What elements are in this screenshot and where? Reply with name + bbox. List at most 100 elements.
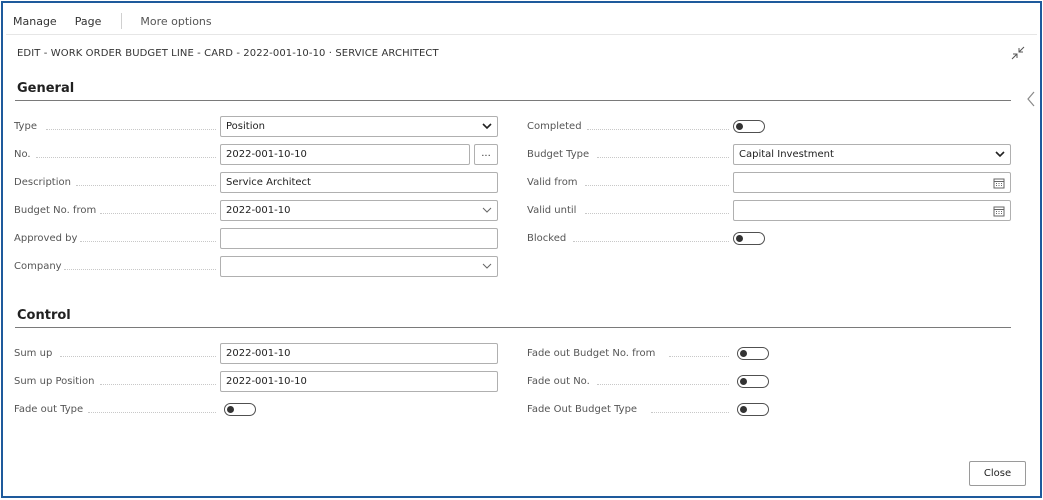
sum-up-position-leader-dots bbox=[100, 384, 216, 385]
valid-until-leader-dots bbox=[585, 213, 729, 214]
blocked-toggle[interactable] bbox=[733, 232, 765, 245]
type-value: Position bbox=[226, 121, 265, 132]
valid-from-leader-dots bbox=[585, 185, 729, 186]
field-row-valid-from: Valid from bbox=[527, 172, 1012, 194]
field-row-fade-out-budget-no-from: Fade out Budget No. from bbox=[527, 343, 1012, 365]
menu-manage[interactable]: Manage bbox=[13, 15, 57, 28]
field-row-type: Type Position bbox=[14, 116, 499, 138]
budget-no-from-value: 2022-001-10 bbox=[226, 205, 291, 216]
description-input[interactable]: Service Architect bbox=[220, 172, 498, 193]
section-control-divider bbox=[15, 327, 1011, 328]
chevron-left-icon[interactable] bbox=[1026, 91, 1036, 107]
fade-out-type-leader-dots bbox=[88, 412, 216, 413]
fade-out-no-toggle[interactable] bbox=[737, 375, 769, 388]
fade-out-budget-no-from-leader-dots bbox=[669, 356, 729, 357]
sum-up-value: 2022-001-10 bbox=[226, 348, 291, 359]
fade-out-type-label: Fade out Type bbox=[14, 404, 84, 415]
sum-up-position-label: Sum up Position bbox=[14, 376, 95, 387]
field-row-fade-out-type: Fade out Type bbox=[14, 399, 499, 421]
chevron-down-icon bbox=[482, 263, 492, 269]
field-row-blocked: Blocked bbox=[527, 228, 1012, 250]
field-row-fade-out-no: Fade out No. bbox=[527, 371, 1012, 393]
type-select[interactable]: Position bbox=[220, 116, 498, 137]
no-leader-dots bbox=[36, 157, 216, 158]
budget-no-from-leader-dots bbox=[100, 213, 216, 214]
sum-up-position-value: 2022-001-10-10 bbox=[226, 376, 307, 387]
field-row-budget-type: Budget Type Capital Investment bbox=[527, 144, 1012, 166]
description-value: Service Architect bbox=[226, 177, 311, 188]
budget-no-from-lookup[interactable]: 2022-001-10 bbox=[220, 200, 498, 221]
budget-no-from-label: Budget No. from bbox=[14, 205, 97, 216]
calendar-icon[interactable] bbox=[993, 205, 1005, 217]
page-title: EDIT - WORK ORDER BUDGET LINE - CARD - 2… bbox=[17, 48, 439, 59]
toggle-knob bbox=[740, 349, 747, 357]
budget-type-label: Budget Type bbox=[527, 149, 590, 160]
close-button[interactable]: Close bbox=[969, 461, 1026, 486]
fade-out-budget-type-toggle[interactable] bbox=[737, 403, 769, 416]
company-leader-dots bbox=[64, 269, 216, 270]
budget-type-value: Capital Investment bbox=[739, 149, 834, 160]
chevron-down-icon bbox=[995, 151, 1005, 158]
blocked-label: Blocked bbox=[527, 233, 567, 244]
completed-label: Completed bbox=[527, 121, 582, 132]
menu-more-options[interactable]: More options bbox=[140, 15, 211, 28]
sum-up-leader-dots bbox=[60, 356, 216, 357]
field-row-completed: Completed bbox=[527, 116, 1012, 138]
section-control-heading: Control bbox=[17, 308, 71, 323]
budget-line-card-dialog: Manage Page More options EDIT - WORK ORD… bbox=[1, 1, 1042, 498]
fade-out-budget-type-leader-dots bbox=[651, 412, 729, 413]
toggle-knob bbox=[740, 377, 747, 385]
field-row-no: No. 2022-001-10-10 ... bbox=[14, 144, 499, 166]
field-row-company: Company bbox=[14, 256, 499, 278]
field-row-sum-up-position: Sum up Position 2022-001-10-10 bbox=[14, 371, 499, 393]
menu-page[interactable]: Page bbox=[75, 15, 102, 28]
section-general-heading: General bbox=[17, 81, 75, 96]
valid-from-date-input[interactable] bbox=[733, 172, 1011, 193]
type-label: Type bbox=[14, 121, 37, 132]
fade-out-type-toggle[interactable] bbox=[224, 403, 256, 416]
approved-by-leader-dots bbox=[80, 241, 216, 242]
completed-leader-dots bbox=[587, 129, 729, 130]
valid-from-label: Valid from bbox=[527, 177, 578, 188]
sum-up-position-input[interactable]: 2022-001-10-10 bbox=[220, 371, 498, 392]
approved-by-label: Approved by bbox=[14, 233, 78, 244]
fade-out-budget-type-label: Fade Out Budget Type bbox=[527, 404, 638, 415]
valid-until-date-input[interactable] bbox=[733, 200, 1011, 221]
no-input[interactable]: 2022-001-10-10 bbox=[220, 144, 470, 165]
fade-out-no-leader-dots bbox=[597, 384, 729, 385]
description-label: Description bbox=[14, 177, 71, 188]
field-row-fade-out-budget-type: Fade Out Budget Type bbox=[527, 399, 1012, 421]
field-row-description: Description Service Architect bbox=[14, 172, 499, 194]
field-row-valid-until: Valid until bbox=[527, 200, 1012, 222]
type-leader-dots bbox=[46, 129, 216, 130]
budget-type-leader-dots bbox=[597, 157, 729, 158]
company-label: Company bbox=[14, 261, 62, 272]
budget-type-select[interactable]: Capital Investment bbox=[733, 144, 1011, 165]
field-row-budget-no-from: Budget No. from 2022-001-10 bbox=[14, 200, 499, 222]
fade-out-no-label: Fade out No. bbox=[527, 376, 590, 387]
approved-by-input[interactable] bbox=[220, 228, 498, 249]
menu-divider bbox=[6, 34, 1037, 35]
valid-until-label: Valid until bbox=[527, 205, 577, 216]
no-label: No. bbox=[14, 149, 31, 160]
field-row-sum-up: Sum up 2022-001-10 bbox=[14, 343, 499, 365]
action-menu: Manage Page More options bbox=[13, 13, 230, 29]
no-assist-button[interactable]: ... bbox=[474, 144, 498, 165]
completed-toggle[interactable] bbox=[733, 120, 765, 133]
section-general-divider bbox=[15, 100, 1011, 101]
description-leader-dots bbox=[76, 185, 216, 186]
chevron-down-icon bbox=[482, 123, 492, 130]
sum-up-label: Sum up bbox=[14, 348, 53, 359]
collapse-icon[interactable] bbox=[1010, 45, 1026, 61]
fade-out-budget-no-from-toggle[interactable] bbox=[737, 347, 769, 360]
toggle-knob bbox=[740, 405, 747, 413]
sum-up-input[interactable]: 2022-001-10 bbox=[220, 343, 498, 364]
calendar-icon[interactable] bbox=[993, 177, 1005, 189]
fade-out-budget-no-from-label: Fade out Budget No. from bbox=[527, 348, 656, 359]
chevron-down-icon bbox=[482, 207, 492, 213]
field-row-approved-by: Approved by bbox=[14, 228, 499, 250]
toggle-knob bbox=[736, 122, 743, 130]
company-lookup[interactable] bbox=[220, 256, 498, 277]
toggle-knob bbox=[227, 405, 234, 413]
blocked-leader-dots bbox=[573, 241, 729, 242]
